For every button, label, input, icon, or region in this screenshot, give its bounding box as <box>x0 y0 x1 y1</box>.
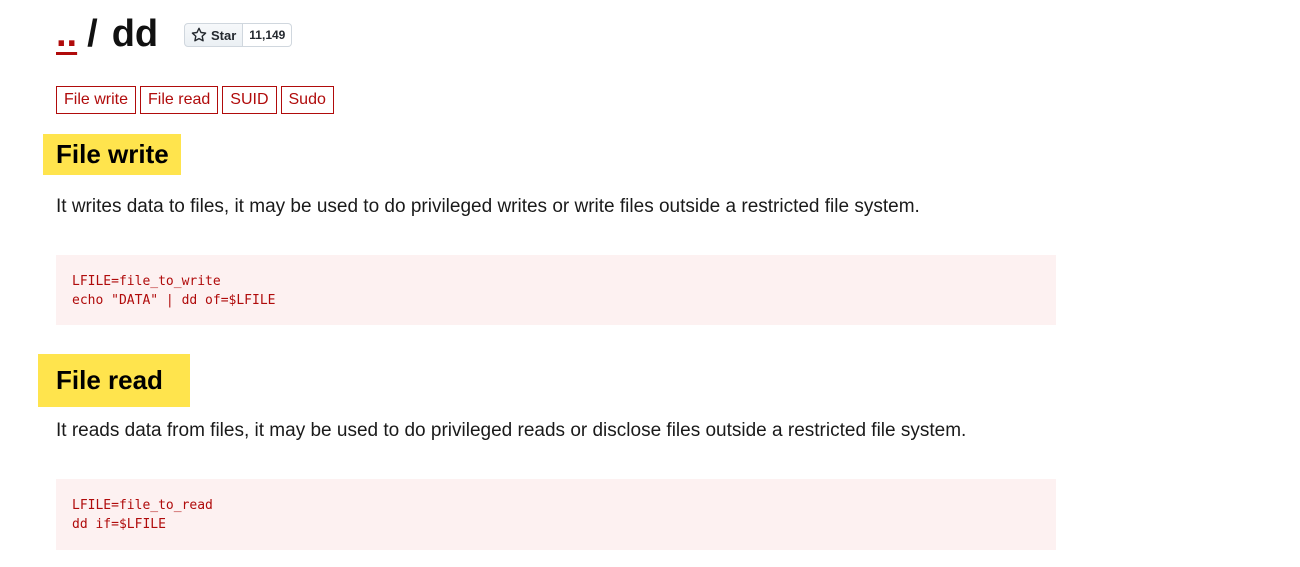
page-header: .. / dd <box>56 12 158 56</box>
star-button[interactable]: Star <box>184 23 244 47</box>
tag-file-read[interactable]: File read <box>140 86 219 114</box>
title-separator: / <box>87 13 98 55</box>
page-title: dd <box>111 13 159 55</box>
tag-file-write[interactable]: File write <box>56 86 137 114</box>
github-star-widget: Star 11,149 <box>184 23 293 47</box>
code-line: LFILE=file_to_write <box>72 274 221 289</box>
star-icon <box>191 27 207 43</box>
section-description-file-read: It reads data from files, it may be used… <box>56 420 967 441</box>
code-line: dd if=$LFILE <box>72 517 166 532</box>
tag-sudo[interactable]: Sudo <box>280 86 334 114</box>
tag-suid[interactable]: SUID <box>222 86 277 114</box>
section-heading-file-write: File write <box>43 134 181 175</box>
star-count[interactable]: 11,149 <box>243 23 293 47</box>
home-link[interactable]: .. <box>56 15 77 53</box>
star-label: Star <box>211 27 237 43</box>
code-line: LFILE=file_to_read <box>72 498 213 513</box>
section-description-file-write: It writes data to files, it may be used … <box>56 196 920 217</box>
code-line: echo "DATA" | dd of=$LFILE <box>72 293 276 308</box>
section-heading-file-read: File read <box>38 354 190 407</box>
code-block-file-read[interactable]: LFILE=file_to_read dd if=$LFILE <box>56 479 1056 550</box>
function-tags: File write File read SUID Sudo <box>56 86 334 114</box>
code-block-file-write[interactable]: LFILE=file_to_write echo "DATA" | dd of=… <box>56 255 1056 325</box>
